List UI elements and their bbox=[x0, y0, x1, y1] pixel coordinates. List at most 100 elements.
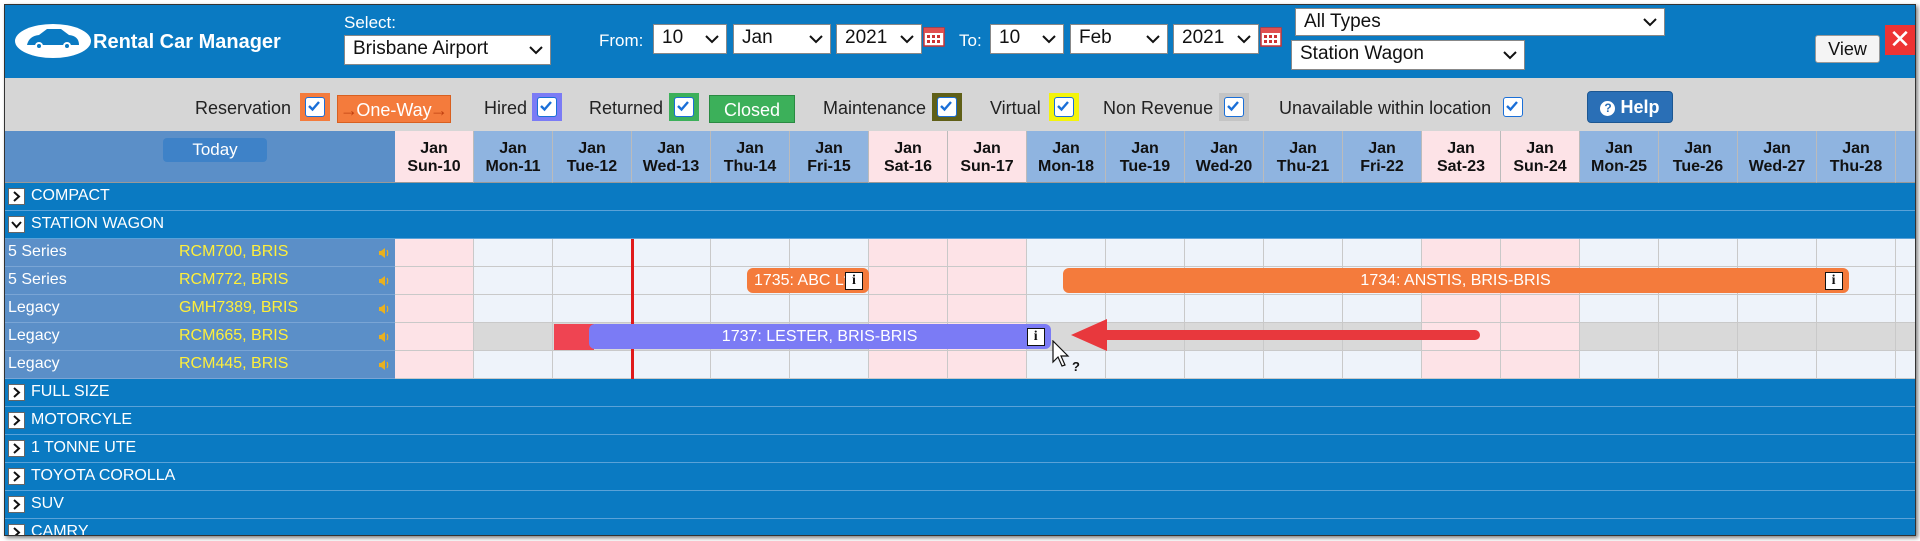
schedule-cell[interactable] bbox=[948, 267, 1027, 295]
virtual-checkbox[interactable] bbox=[1049, 93, 1079, 121]
schedule-cell[interactable] bbox=[790, 351, 869, 379]
non-revenue-checkbox[interactable] bbox=[1219, 93, 1249, 121]
schedule-cell[interactable] bbox=[1027, 239, 1106, 267]
info-icon[interactable]: i bbox=[1026, 328, 1045, 346]
group-row-motorcyle[interactable]: MOTORCYLE bbox=[5, 407, 395, 435]
today-button[interactable]: Today bbox=[163, 138, 267, 162]
schedule-cell[interactable] bbox=[474, 239, 553, 267]
group-row-full-size[interactable]: FULL SIZE bbox=[5, 379, 395, 407]
schedule-cell[interactable] bbox=[790, 239, 869, 267]
schedule-cell[interactable] bbox=[711, 239, 790, 267]
schedule-cell[interactable] bbox=[474, 267, 553, 295]
from-day-select[interactable]: 10 bbox=[653, 24, 727, 54]
schedule-cell[interactable] bbox=[1659, 295, 1738, 323]
schedule-cell[interactable] bbox=[790, 295, 869, 323]
location-select[interactable]: Brisbane Airport bbox=[344, 35, 551, 65]
schedule-cell[interactable] bbox=[632, 351, 711, 379]
view-button[interactable]: View bbox=[1815, 35, 1880, 63]
hired-checkbox[interactable] bbox=[532, 93, 562, 121]
to-day-select[interactable]: 10 bbox=[990, 24, 1064, 54]
schedule-cell[interactable] bbox=[1817, 323, 1896, 351]
schedule-cell[interactable] bbox=[553, 351, 632, 379]
schedule-cell[interactable] bbox=[1659, 351, 1738, 379]
schedule-cell[interactable] bbox=[1659, 239, 1738, 267]
schedule-cell[interactable] bbox=[1501, 295, 1580, 323]
schedule-cell[interactable] bbox=[1185, 239, 1264, 267]
schedule-cell[interactable] bbox=[1422, 239, 1501, 267]
schedule-cell[interactable] bbox=[711, 295, 790, 323]
schedule-cell[interactable] bbox=[1264, 239, 1343, 267]
vehicle-row[interactable]: 5 Series RCM700, BRIS bbox=[5, 239, 395, 267]
calendar-icon[interactable] bbox=[1260, 25, 1282, 47]
schedule-cell[interactable] bbox=[1659, 323, 1738, 351]
help-button[interactable]: ? Help bbox=[1587, 91, 1673, 123]
schedule-cell[interactable] bbox=[1738, 351, 1817, 379]
reservation-checkbox[interactable] bbox=[300, 93, 330, 121]
schedule-cell[interactable] bbox=[632, 239, 711, 267]
group-row-toyota-corolla[interactable]: TOYOTA COROLLA bbox=[5, 463, 395, 491]
close-icon[interactable]: ✕ bbox=[1885, 25, 1915, 55]
collapse-icon[interactable] bbox=[8, 216, 25, 233]
from-month-select[interactable]: Jan bbox=[733, 24, 831, 54]
schedule-cell[interactable] bbox=[395, 351, 474, 379]
speaker-icon[interactable] bbox=[377, 274, 389, 286]
group-row-compact[interactable]: COMPACT bbox=[5, 183, 395, 211]
group-row-camry[interactable]: CAMRY bbox=[5, 519, 395, 535]
returned-checkbox[interactable] bbox=[669, 93, 699, 121]
vehicle-row[interactable]: 5 Series RCM772, BRIS bbox=[5, 267, 395, 295]
booking-bar[interactable]: 1737: LESTER, BRIS-BRIS bbox=[588, 324, 1051, 349]
info-icon[interactable]: i bbox=[845, 272, 863, 290]
expand-icon[interactable] bbox=[8, 524, 25, 535]
speaker-icon[interactable] bbox=[377, 330, 389, 342]
schedule-cell[interactable] bbox=[711, 351, 790, 379]
expand-icon[interactable] bbox=[8, 468, 25, 485]
expand-icon[interactable] bbox=[8, 384, 25, 401]
calendar-icon[interactable] bbox=[923, 25, 945, 47]
speaker-icon[interactable] bbox=[377, 246, 389, 258]
expand-icon[interactable] bbox=[8, 412, 25, 429]
expand-icon[interactable] bbox=[8, 496, 25, 513]
type-filter-select[interactable]: All Types bbox=[1295, 8, 1665, 36]
speaker-icon[interactable] bbox=[377, 358, 389, 370]
schedule-cell[interactable] bbox=[1501, 323, 1580, 351]
schedule-cell[interactable] bbox=[474, 295, 553, 323]
schedule-cell[interactable] bbox=[1580, 239, 1659, 267]
schedule-cell[interactable] bbox=[948, 239, 1027, 267]
schedule-cell[interactable] bbox=[474, 351, 553, 379]
schedule-cell[interactable] bbox=[948, 295, 1027, 323]
schedule-cell[interactable] bbox=[395, 323, 474, 351]
unavailable-checkbox[interactable] bbox=[1498, 93, 1528, 121]
vehicle-row[interactable]: Legacy RCM665, BRIS bbox=[5, 323, 395, 351]
expand-icon[interactable] bbox=[8, 440, 25, 457]
group-row-suv[interactable]: SUV bbox=[5, 491, 395, 519]
vehicle-row[interactable]: Legacy RCM445, BRIS bbox=[5, 351, 395, 379]
booking-bar[interactable]: 1734: ANSTIS, BRIS-BRIS bbox=[1062, 268, 1849, 293]
speaker-icon[interactable] bbox=[377, 302, 389, 314]
schedule-cell[interactable] bbox=[1501, 239, 1580, 267]
info-icon[interactable]: i bbox=[1824, 272, 1843, 290]
group-row-1-tonne-ute[interactable]: 1 TONNE UTE bbox=[5, 435, 395, 463]
from-year-select[interactable]: 2021 bbox=[836, 24, 922, 54]
to-month-select[interactable]: Feb bbox=[1070, 24, 1168, 54]
schedule-cell[interactable] bbox=[395, 295, 474, 323]
schedule-cell[interactable] bbox=[1580, 295, 1659, 323]
maintenance-checkbox[interactable] bbox=[932, 93, 962, 121]
category-filter-select[interactable]: Station Wagon bbox=[1291, 40, 1525, 70]
schedule-cell[interactable] bbox=[632, 267, 711, 295]
schedule-cell[interactable] bbox=[395, 267, 474, 295]
schedule-cell[interactable] bbox=[1580, 351, 1659, 379]
schedule-cell[interactable] bbox=[474, 323, 553, 351]
schedule-cell[interactable] bbox=[1817, 351, 1896, 379]
schedule-cell[interactable] bbox=[1580, 323, 1659, 351]
schedule-cell[interactable] bbox=[553, 239, 632, 267]
schedule-cell[interactable] bbox=[869, 351, 948, 379]
schedule-cell[interactable] bbox=[1738, 323, 1817, 351]
schedule-cell[interactable] bbox=[632, 295, 711, 323]
schedule-cell[interactable] bbox=[1501, 351, 1580, 379]
schedule-cell[interactable] bbox=[1817, 239, 1896, 267]
schedule-cell[interactable] bbox=[1817, 295, 1896, 323]
schedule-cell[interactable] bbox=[553, 295, 632, 323]
schedule-cell[interactable] bbox=[869, 295, 948, 323]
expand-icon[interactable] bbox=[8, 188, 25, 205]
schedule-cell[interactable] bbox=[869, 267, 948, 295]
